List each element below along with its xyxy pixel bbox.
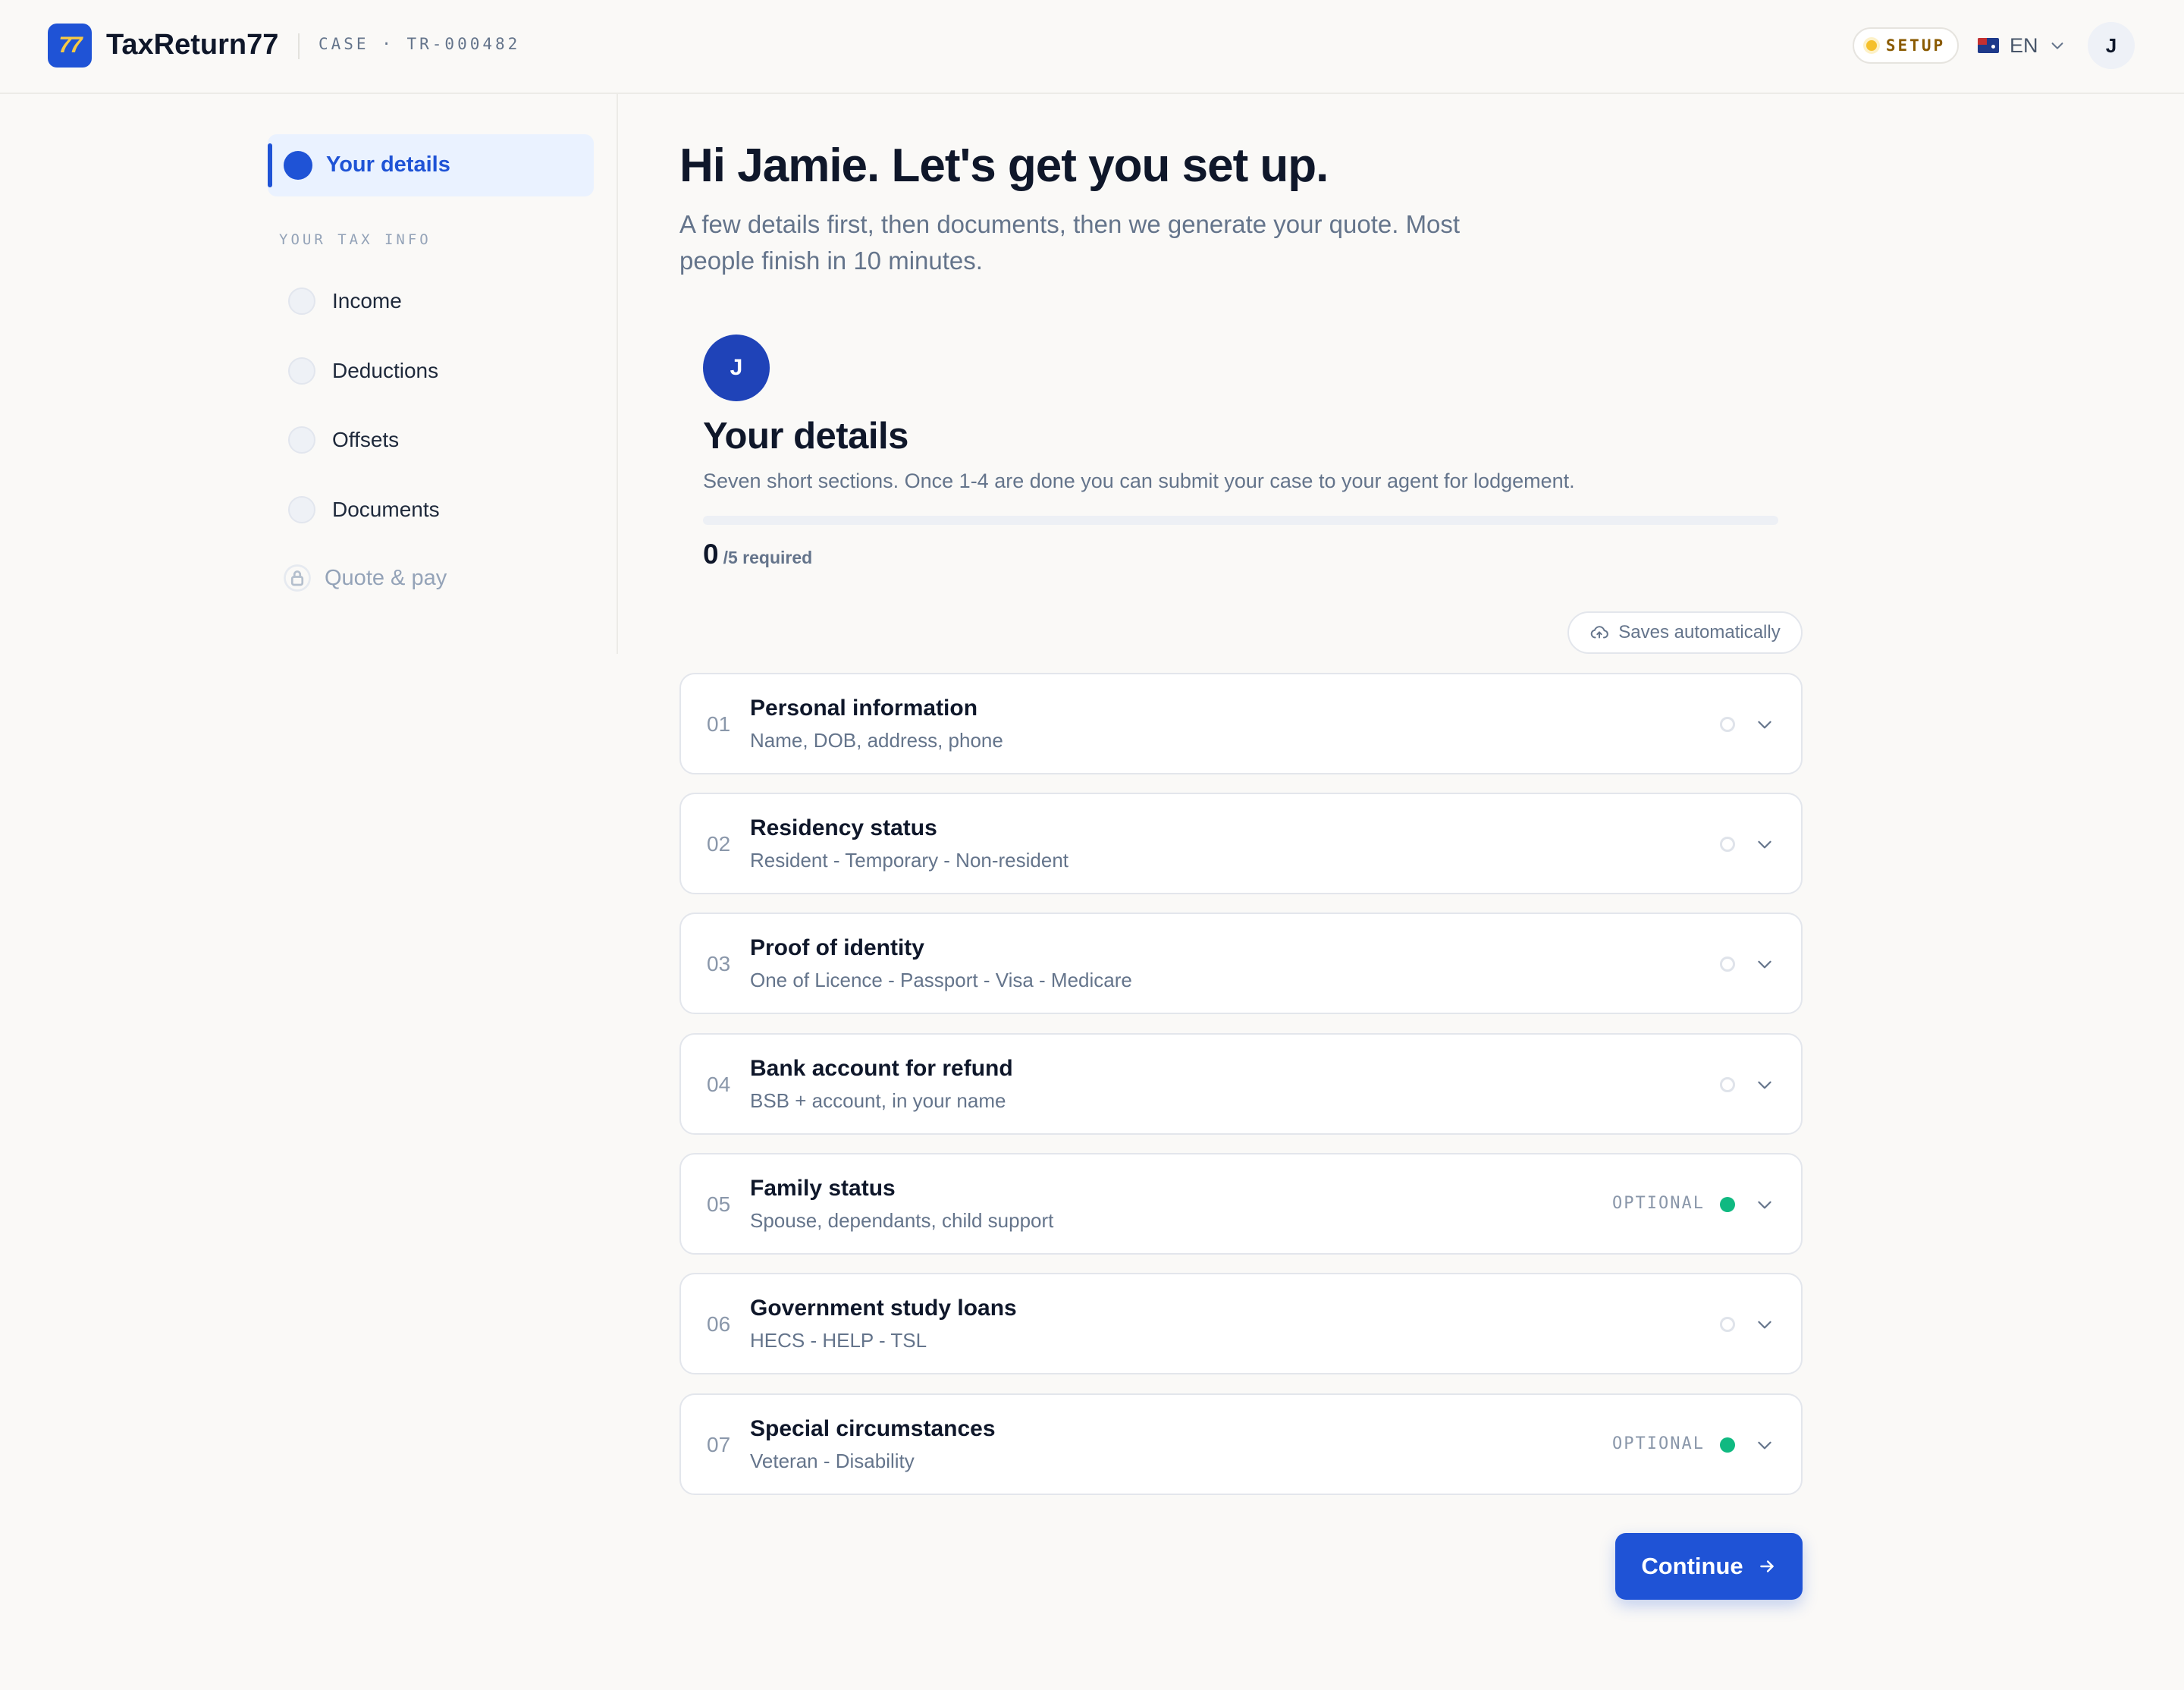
chevron-down-icon[interactable] [1755, 834, 1774, 854]
chevron-down-icon[interactable] [1755, 954, 1774, 974]
step-pending-icon [288, 357, 315, 385]
section-row[interactable]: 02 Residency status Resident - Temporary -… [679, 793, 1803, 894]
section-subtitle: Seven short sections. Once 1-4 are done … [703, 470, 1575, 492]
sidebar-item-label: Documents [332, 498, 440, 521]
section-number: 04 [707, 1073, 731, 1096]
lock-icon [284, 564, 311, 592]
status-badge: SETUP [1853, 27, 1959, 64]
active-indicator [268, 143, 272, 187]
sidebar-section-heading: YOUR TAX INFO [279, 231, 431, 248]
language-label: EN [2010, 33, 2038, 57]
section-title: Special circumstances [750, 1416, 996, 1441]
chevron-down-icon[interactable] [1755, 1435, 1774, 1455]
section-number: 05 [707, 1192, 731, 1216]
step-pending-icon [288, 426, 315, 454]
sidebar-item-deductions[interactable]: Deductions [288, 354, 438, 388]
sidebar-item-label: Income [332, 289, 402, 313]
continue-button[interactable]: Continue [1615, 1533, 1803, 1600]
autosave-label: Saves automatically [1618, 622, 1781, 642]
brand-name[interactable]: TaxReturn77 [106, 29, 278, 61]
sidebar-item-label: Quote & pay [325, 565, 447, 590]
sidebar-item-income[interactable]: Income [288, 284, 402, 318]
section-title: Residency status [750, 815, 937, 840]
section-number: 06 [707, 1312, 731, 1336]
chevron-down-icon[interactable] [1755, 1195, 1774, 1214]
status-pending-icon [1720, 957, 1735, 972]
sidebar-item-label: Your details [326, 152, 450, 177]
section-title: Government study loans [750, 1296, 1017, 1321]
section-row[interactable]: 04 Bank account for refund BSB + account, … [679, 1033, 1803, 1135]
sidebar-item-documents[interactable]: Documents [288, 493, 440, 526]
optional-tag: OPTIONAL [1612, 1194, 1705, 1213]
section-number: 01 [707, 712, 731, 736]
progress-done-count: 0 [703, 539, 719, 570]
section-title: Personal information [750, 696, 978, 721]
status-pending-icon [1720, 1077, 1735, 1092]
section-description: Resident - Temporary - Non-resident [750, 849, 1069, 872]
step-pending-icon [288, 287, 315, 315]
section-number: 02 [707, 832, 731, 856]
status-pending-icon [1720, 837, 1735, 852]
header-divider [298, 33, 300, 59]
language-selector[interactable]: EN [1978, 30, 2066, 61]
section-description: BSB + account, in your name [750, 1089, 1006, 1112]
section-row[interactable]: 05 Family status Spouse, dependants, child… [679, 1153, 1803, 1255]
section-number: 03 [707, 952, 731, 975]
chevron-down-icon[interactable] [1755, 1315, 1774, 1334]
chevron-down-icon [2051, 42, 2063, 49]
top-bar: 77 TaxReturn77 CASE · TR-000482 SETUP EN… [0, 0, 2184, 94]
progress-count: 0 /5 required [703, 539, 812, 570]
optional-tag: OPTIONAL [1612, 1434, 1705, 1453]
section-row[interactable]: 03 Proof of identity One of Licence - Pass… [679, 913, 1803, 1014]
section-row[interactable]: 07 Special circumstances Veteran - Disabil… [679, 1393, 1803, 1495]
section-description: Veteran - Disability [750, 1450, 915, 1472]
sidebar-item-label: Offsets [332, 428, 400, 451]
section-title: Bank account for refund [750, 1056, 1013, 1081]
status-dot-icon [1866, 40, 1877, 51]
section-title: Proof of identity [750, 935, 924, 960]
step-pending-icon [288, 496, 315, 523]
profile-avatar: J [703, 335, 770, 401]
australia-flag-icon [1978, 38, 1999, 53]
sidebar-divider [617, 94, 618, 654]
cloud-upload-icon [1591, 626, 1609, 639]
section-title: Family status [750, 1176, 896, 1201]
page-intro: A few details first, then documents, the… [679, 210, 1461, 275]
continue-label: Continue [1641, 1553, 1743, 1579]
section-row[interactable]: 01 Personal information Name, DOB, address… [679, 673, 1803, 774]
sidebar-item-label: Deductions [332, 359, 439, 382]
sidebar-item-offsets[interactable]: Offsets [288, 423, 399, 457]
section-description: One of Licence - Passport - Visa - Medic… [750, 969, 1132, 991]
step-active-icon [284, 151, 312, 180]
status-badge-label: SETUP [1885, 36, 1946, 55]
progress-bar [703, 516, 1778, 525]
section-description: Spouse, dependants, child support [750, 1209, 1054, 1232]
page-title: Hi Jamie. Let's get you set up. [679, 140, 1329, 192]
chevron-down-icon[interactable] [1755, 1075, 1774, 1095]
section-description: Name, DOB, address, phone [750, 729, 1003, 752]
sidebar-item-your-details[interactable]: Your details [268, 134, 594, 196]
status-complete-icon [1720, 1197, 1735, 1212]
section-title: Your details [703, 416, 908, 457]
user-avatar[interactable]: J [2088, 22, 2135, 69]
arrow-right-icon [1759, 1560, 1774, 1572]
logo-mark: 77 [58, 33, 82, 58]
section-number: 07 [707, 1433, 731, 1456]
status-complete-icon [1720, 1437, 1735, 1453]
user-avatar-initial: J [2105, 33, 2117, 57]
sidebar-item-quote-pay: Quote & pay [284, 564, 447, 592]
autosave-indicator: Saves automatically [1567, 611, 1803, 654]
progress-required-label: /5 required [723, 548, 813, 567]
app-logo[interactable]: 77 [48, 24, 92, 68]
chevron-down-icon[interactable] [1755, 715, 1774, 734]
status-pending-icon [1720, 717, 1735, 732]
section-description: HECS - HELP - TSL [750, 1329, 927, 1352]
profile-avatar-initial: J [730, 355, 743, 380]
section-row[interactable]: 06 Government study loans HECS - HELP - TS… [679, 1273, 1803, 1374]
status-pending-icon [1720, 1317, 1735, 1332]
case-id: CASE · TR-000482 [318, 35, 521, 53]
